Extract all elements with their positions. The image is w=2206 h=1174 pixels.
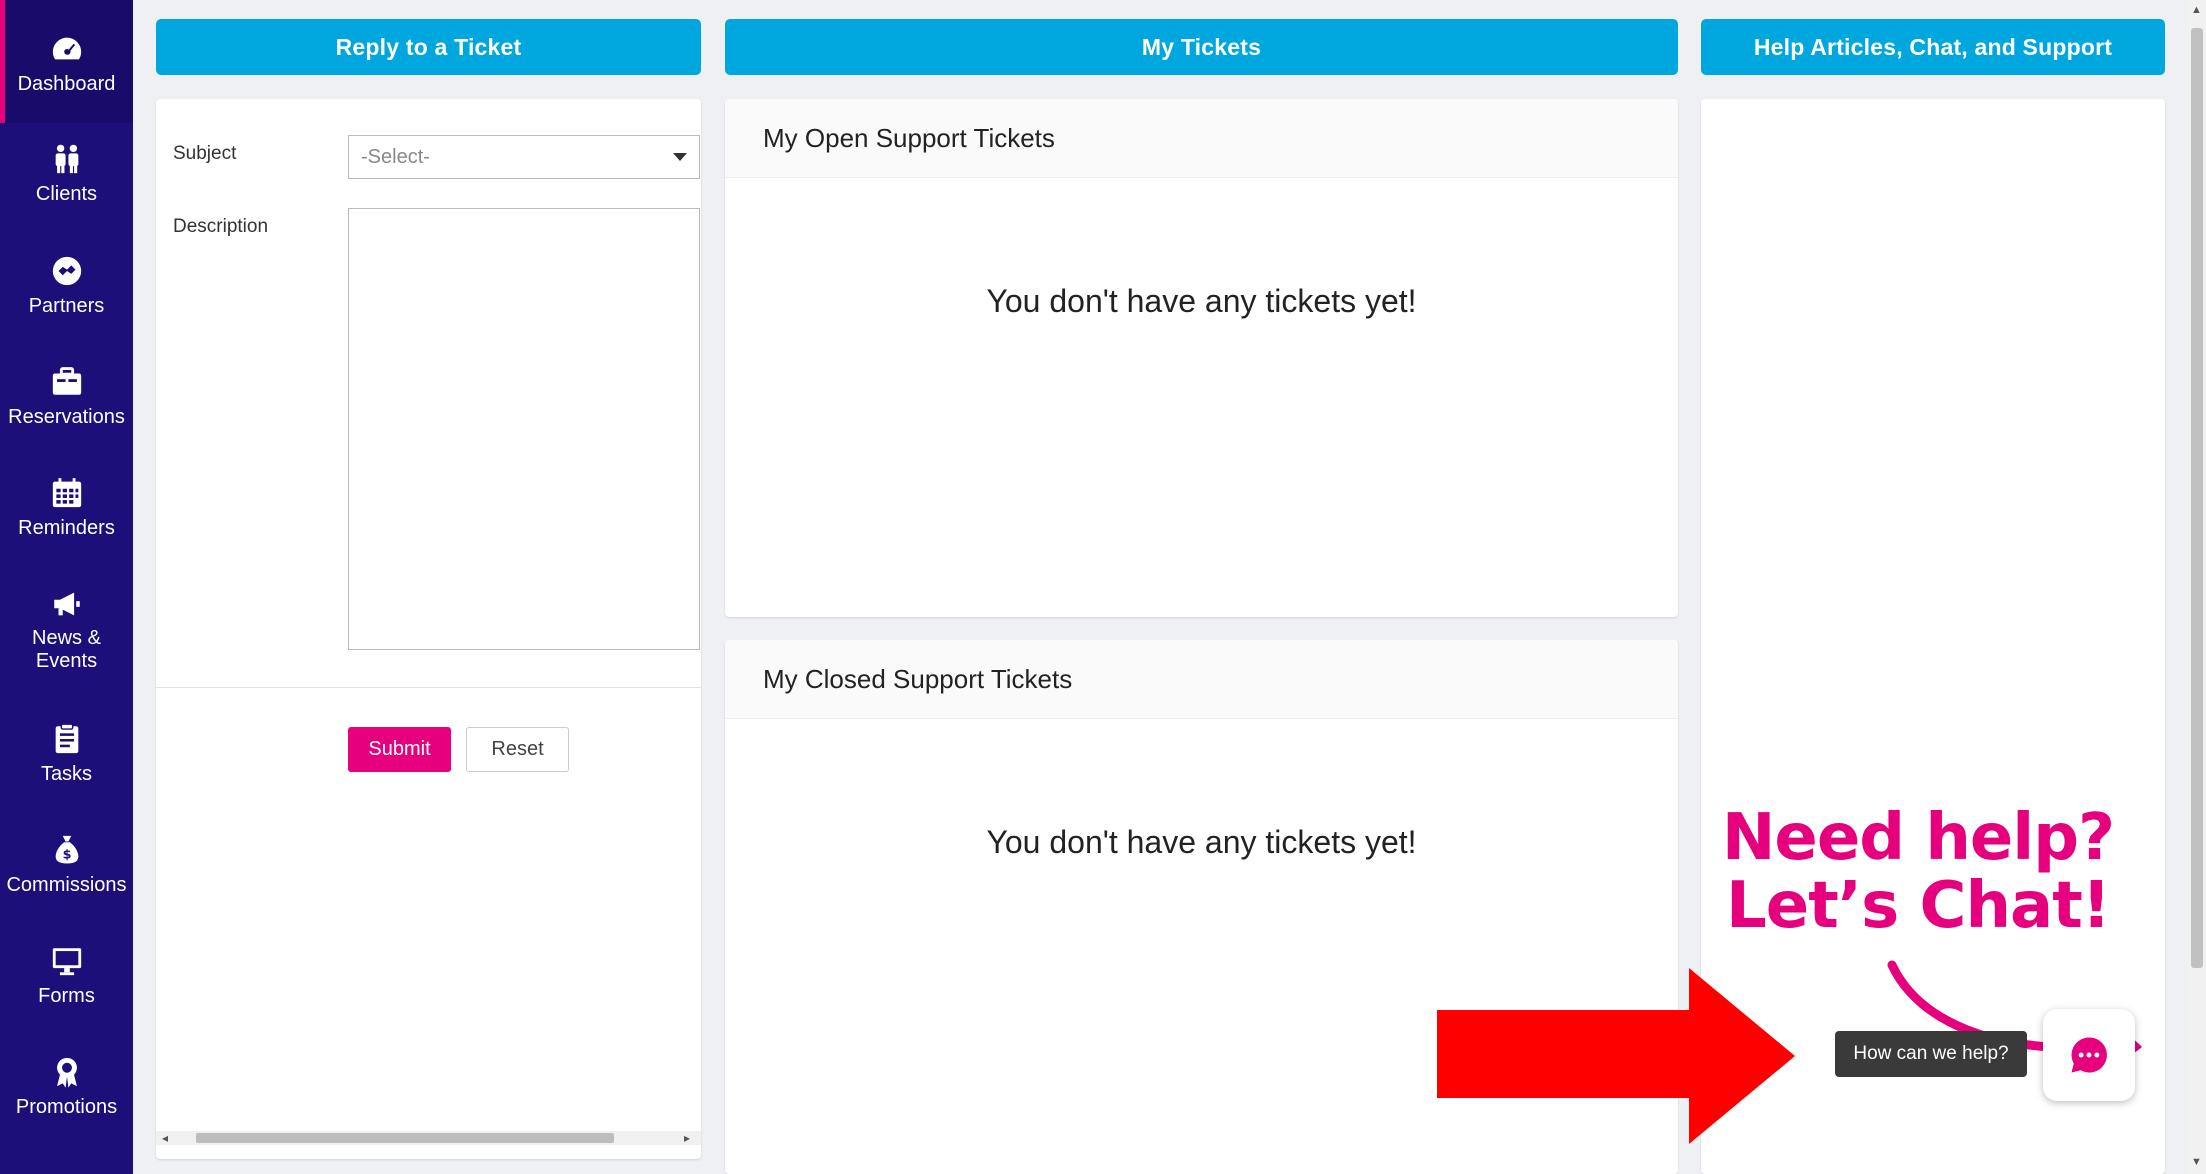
sidebar-item-label: Forms (38, 985, 95, 1007)
scroll-left-icon[interactable]: ◂ (162, 1131, 168, 1145)
monitor-icon (52, 948, 81, 976)
svg-text:$: $ (62, 848, 71, 863)
promo-line-1: Need help? (1721, 801, 2115, 875)
chat-launcher-button[interactable] (2043, 1009, 2135, 1101)
subject-label: Subject (173, 143, 237, 164)
reply-to-ticket-tab[interactable]: Reply to a Ticket (156, 19, 701, 75)
sidebar-item-label: Partners (28, 295, 105, 317)
sidebar-item-label: Reminders (18, 517, 115, 539)
sidebar-item-reservations[interactable]: Reservations (0, 365, 133, 429)
description-textarea[interactable] (348, 208, 700, 650)
open-tickets-empty-message: You don't have any tickets yet! (986, 283, 1417, 319)
sidebar-item-label: Commissions (6, 874, 127, 896)
form-divider (156, 687, 701, 688)
promo-line-2: Let’s Chat! (1726, 869, 2111, 943)
sidebar-item-commissions[interactable]: $ Commissions (0, 833, 133, 897)
calendar-icon (52, 478, 81, 508)
sidebar-item-label: Tasks (40, 763, 93, 785)
open-tickets-title: My Open Support Tickets (725, 99, 1678, 178)
sidebar-item-label: Promotions (15, 1096, 118, 1118)
sidebar-item-clients[interactable]: Clients (0, 142, 133, 206)
reservations-icon (52, 367, 81, 395)
sidebar-item-tasks[interactable]: Tasks (0, 722, 133, 786)
clipboard-icon (55, 723, 78, 754)
closed-tickets-empty-message: You don't have any tickets yet! (986, 824, 1417, 860)
award-icon (56, 1057, 77, 1088)
horizontal-scrollbar-thumb[interactable] (196, 1133, 614, 1143)
sidebar-item-news-events[interactable]: News & Events (0, 587, 133, 673)
submit-button[interactable]: Submit (348, 727, 451, 772)
sidebar-item-label: Clients (35, 183, 98, 205)
chat-tooltip: How can we help? (1835, 1031, 2027, 1077)
sidebar-item-dashboard[interactable]: Dashboard (0, 0, 133, 123)
description-label: Description (173, 216, 269, 237)
megaphone-icon (53, 592, 80, 616)
subject-select[interactable]: -Select- (348, 135, 700, 179)
sidebar-item-forms[interactable]: Forms (0, 944, 133, 1008)
clients-icon (55, 144, 78, 174)
scroll-up-icon[interactable]: ▲ (2191, 4, 2202, 16)
subject-select-value: -Select- (361, 145, 430, 168)
open-tickets-panel: My Open Support Tickets You don't have a… (725, 99, 1678, 617)
dashboard-icon (52, 37, 81, 60)
vertical-scrollbar-thumb[interactable] (2191, 28, 2203, 968)
scroll-down-icon[interactable]: ▼ (2191, 1156, 2202, 1168)
help-articles-tab[interactable]: Help Articles, Chat, and Support (1701, 19, 2165, 75)
reset-button[interactable]: Reset (466, 727, 569, 772)
sidebar: Dashboard Clients Partners Reservations … (0, 0, 133, 1174)
sidebar-item-partners[interactable]: Partners (0, 254, 133, 318)
sidebar-item-label: Dashboard (17, 73, 116, 95)
sidebar-item-promotions[interactable]: Promotions (0, 1055, 133, 1119)
scroll-right-icon[interactable]: ▸ (684, 1131, 690, 1145)
sidebar-item-label: Reservations (8, 406, 125, 428)
closed-tickets-title: My Closed Support Tickets (725, 640, 1678, 719)
chat-bubble-icon (2071, 1037, 2107, 1073)
red-arrow-icon (1437, 968, 1795, 1144)
sidebar-item-label: News & (32, 627, 101, 649)
money-bag-icon: $ (55, 835, 78, 864)
my-tickets-tab[interactable]: My Tickets (725, 19, 1678, 75)
sidebar-item-reminders[interactable]: Reminders (0, 476, 133, 540)
partners-icon (52, 256, 81, 286)
sidebar-item-label-line2: Events (35, 650, 98, 672)
chat-promo-text: Need help? Let’s Chat! (1718, 804, 2118, 940)
chevron-down-icon (673, 153, 687, 161)
